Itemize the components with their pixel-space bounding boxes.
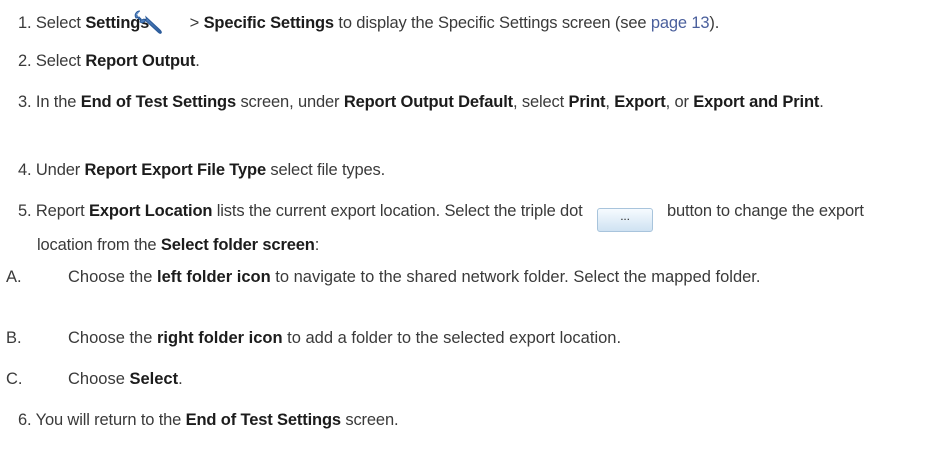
select-folder-screen-term: Select folder screen [160, 236, 315, 254]
text: ). [709, 14, 720, 32]
wrench-icon [134, 8, 183, 34]
print-term: Print [568, 93, 606, 111]
text: to display the Specific Settings screen … [333, 14, 651, 32]
step-number: 2. [18, 52, 36, 70]
text: , or [665, 93, 694, 111]
right-folder-icon-term: right folder icon [156, 329, 283, 347]
text: Choose the [68, 329, 157, 347]
step-4: 4. Under Report Export File Type select … [18, 157, 909, 183]
text: You will return to the [35, 411, 186, 429]
text: : [314, 236, 320, 254]
step-number: 6. [18, 411, 36, 429]
instructions: 1. Select Settings > Specific Settings t… [0, 0, 927, 450]
report-output-default-term: Report Output Default [343, 93, 513, 111]
text: Report [35, 202, 89, 220]
step-number: 4. [18, 161, 36, 179]
text: . [195, 52, 200, 70]
text: . [178, 370, 183, 388]
end-of-test-settings-term: End of Test Settings [80, 93, 237, 111]
specific-settings-term: Specific Settings [203, 14, 335, 32]
text: Select [35, 52, 86, 70]
select-term: Select [129, 370, 179, 388]
step-2: 2. Select Report Output. [18, 48, 909, 74]
text: to add a folder to the selected export l… [282, 329, 622, 347]
step-number: 1. [18, 14, 36, 32]
left-folder-icon-term: left folder icon [156, 268, 271, 286]
page-link[interactable]: page 13 [651, 14, 710, 32]
step-6: 6. You will return to the End of Test Se… [18, 407, 909, 433]
text: Select [35, 14, 86, 32]
text: screen. [340, 411, 399, 429]
text: In the [35, 93, 81, 111]
sub-step-marker: C. [6, 370, 23, 388]
text: to navigate to the shared network folder… [270, 268, 761, 286]
end-of-test-settings-term: End of Test Settings [185, 411, 341, 429]
triple-dot-button[interactable]: ... [596, 208, 653, 232]
sub-step-marker: B. [6, 329, 22, 347]
export-location-term: Export Location [88, 202, 213, 220]
text: , [605, 93, 615, 111]
text: > [185, 14, 204, 32]
step-3: 3. In the End of Test Settings screen, u… [18, 89, 909, 115]
report-output-term: Report Output [85, 52, 196, 70]
text: Under [35, 161, 85, 179]
step-number: 3. [18, 93, 36, 111]
text: Choose the [68, 268, 157, 286]
text: lists the current export location. Selec… [212, 202, 587, 220]
export-and-print-term: Export and Print [693, 93, 820, 111]
text: . [819, 93, 824, 111]
step-5a: A. Choose the left folder icon to navigat… [6, 264, 909, 290]
text: select file types. [265, 161, 386, 179]
step-5b: B. Choose the right folder icon to add a … [6, 325, 909, 351]
report-export-file-type-term: Report Export File Type [84, 161, 267, 179]
step-1: 1. Select Settings > Specific Settings t… [18, 8, 909, 36]
step-5c: C. Choose Select. [6, 366, 909, 392]
step-5: 5. Report Export Location lists the curr… [18, 198, 909, 258]
export-term: Export [614, 93, 666, 111]
text: Choose [68, 370, 130, 388]
step-number: 5. [18, 202, 36, 220]
text: screen, under [236, 93, 344, 111]
sub-step-marker: A. [6, 268, 22, 286]
text: , select [513, 93, 569, 111]
